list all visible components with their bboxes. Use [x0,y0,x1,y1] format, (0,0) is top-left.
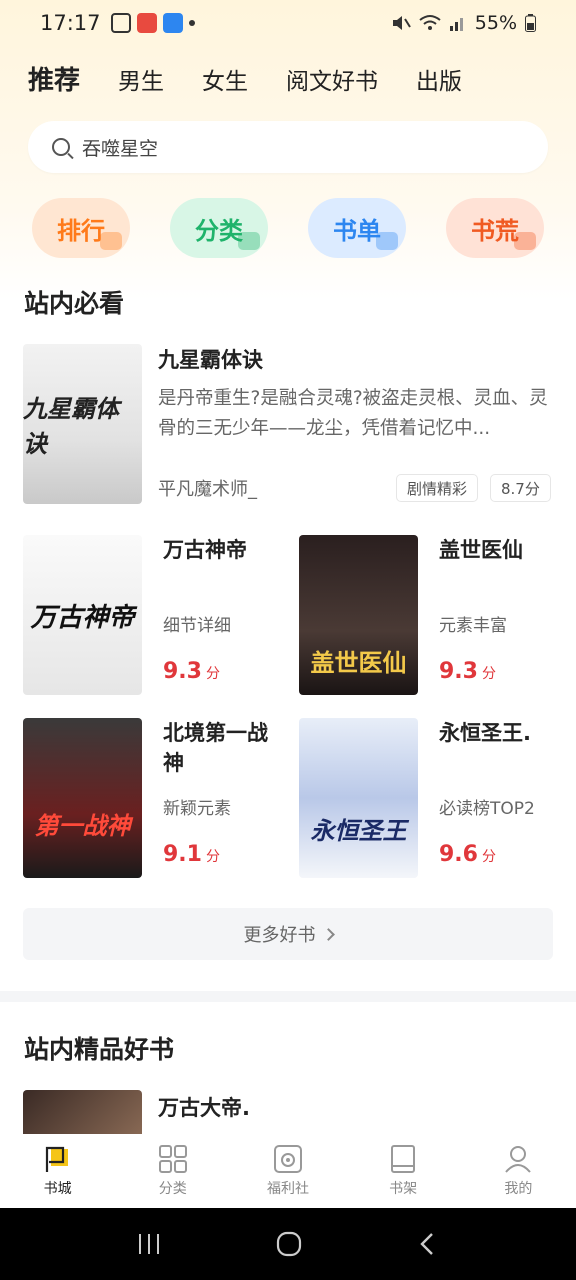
book-score: 9.3 分 [439,659,496,684]
nav-category[interactable]: 分类 [128,1144,218,1198]
tab-yuewen-books[interactable]: 阅文好书 [286,62,378,96]
book-title: 盖世医仙 [439,538,523,562]
quick-entry-row: 排行 分类 书单 书荒 [32,198,544,258]
category-icon [238,232,260,250]
signal-icon [449,18,463,31]
nav-label: 书城 [43,1181,72,1197]
search-bar[interactable]: 吞噬星空 [28,121,548,173]
book-tagline: 必读榜TOP2 [439,799,535,819]
book-tagline: 元素丰富 [439,616,507,636]
user-icon [505,1146,532,1173]
nav-welfare[interactable]: 福利社 [243,1144,333,1198]
category-tabs: 推荐 男生 女生 阅文好书 出版 [28,60,462,97]
wifi-icon [419,15,441,30]
book-cover [23,1090,142,1135]
battery-percent: 55% [474,12,517,34]
book-title: 九星霸体诀 [158,348,263,372]
search-icon [52,138,70,156]
system-status: 55% [391,12,536,34]
nav-bookshelf[interactable]: 书架 [358,1144,448,1198]
nav-label: 书架 [389,1181,418,1197]
category-button[interactable]: 分类 [170,198,268,258]
tab-publishing[interactable]: 出版 [416,62,462,96]
app-notification-icon [136,13,157,33]
gallery-notification-icon [110,13,131,33]
category-label: 分类 [195,216,243,245]
home-icon[interactable] [275,1230,303,1258]
nav-label: 分类 [158,1181,187,1197]
section-title-premium-books: 站内精品好书 [24,1035,175,1064]
bottom-navigation: 书城 分类 福利社 书架 我的 [0,1134,576,1208]
more-books-button[interactable]: 更多好书 [23,908,553,960]
reader-app-notification-icon [162,13,183,33]
book-card[interactable]: 盖世医仙 盖世医仙 元素丰富 9.3 分 [299,535,559,695]
book-cover: 万古神帝 [23,535,142,695]
book-shortage-button[interactable]: 书荒 [446,198,544,258]
tab-recommend[interactable]: 推荐 [28,60,80,97]
book-shortage-label: 书荒 [471,216,519,245]
book-score: 9.3 分 [163,659,220,684]
tab-male[interactable]: 男生 [118,62,164,96]
book-score: 9.6 分 [439,842,496,867]
back-icon[interactable] [416,1231,440,1257]
book-cover: 永恒圣王 [299,718,418,878]
book-card[interactable]: 万古大帝. [23,1090,553,1135]
featured-book[interactable]: 九星霸体诀 九星霸体诀 是丹帝重生?是融合灵魂?被盗走灵根、灵血、灵骨的三无少年… [23,344,553,504]
book-title: 永恒圣王. [439,721,531,745]
ranking-label: 排行 [57,216,105,245]
book-description: 是丹帝重生?是融合灵魂?被盗走灵根、灵血、灵骨的三无少年——龙尘，凭借着记忆中.… [158,388,548,439]
book-cover: 第一战神 [23,718,142,878]
mute-icon [392,16,411,30]
battery-icon [525,14,536,32]
booklist-icon [376,232,398,250]
nav-bookstore[interactable]: 书城 [13,1144,103,1198]
nav-profile[interactable]: 我的 [473,1144,563,1198]
nav-label: 我的 [504,1181,533,1197]
book-card[interactable]: 永恒圣王 永恒圣王. 必读榜TOP2 9.6 分 [299,718,559,878]
section-divider [0,991,576,1002]
gift-icon [273,1145,302,1173]
book-tagline: 新颖元素 [163,799,231,819]
book-tagline: 细节详细 [163,616,231,636]
book-title: 万古神帝 [163,538,247,562]
book-author: 平凡魔术师_ [158,479,257,500]
book-cover: 九星霸体诀 [23,344,142,504]
booklist-label: 书单 [333,216,381,245]
book-score: 9.1 分 [163,842,220,867]
book-title: 北境第一战神 [163,721,268,775]
book-shortage-icon [514,232,536,250]
chevron-right-icon [321,927,335,941]
book-score: 8.7分 [490,474,551,502]
ranking-button[interactable]: 排行 [32,198,130,258]
nav-label: 福利社 [266,1181,309,1197]
more-books-label: 更多好书 [243,925,316,946]
booklist-button[interactable]: 书单 [308,198,406,258]
status-bar: 17:17 55% [0,0,576,46]
more-notifications-icon [188,20,195,26]
search-placeholder: 吞噬星空 [82,137,159,160]
section-title-must-read: 站内必看 [24,289,125,318]
flag-icon [45,1146,68,1172]
book-card[interactable]: 第一战神 北境第一战神 新颖元素 9.1 分 [23,718,283,878]
ranking-icon [100,232,122,250]
book-title: 万古大帝. [158,1096,250,1120]
bookshelf-icon [391,1145,416,1173]
notification-icons [110,13,195,33]
tab-female[interactable]: 女生 [202,62,248,96]
grid-icon [158,1145,187,1173]
status-time: 17:17 [40,11,101,35]
system-navigation-bar [0,1208,576,1280]
book-tag: 剧情精彩 [396,474,479,502]
book-cover: 盖世医仙 [299,535,418,695]
recent-apps-icon[interactable] [136,1231,162,1257]
book-card[interactable]: 万古神帝 万古神帝 细节详细 9.3 分 [23,535,283,695]
